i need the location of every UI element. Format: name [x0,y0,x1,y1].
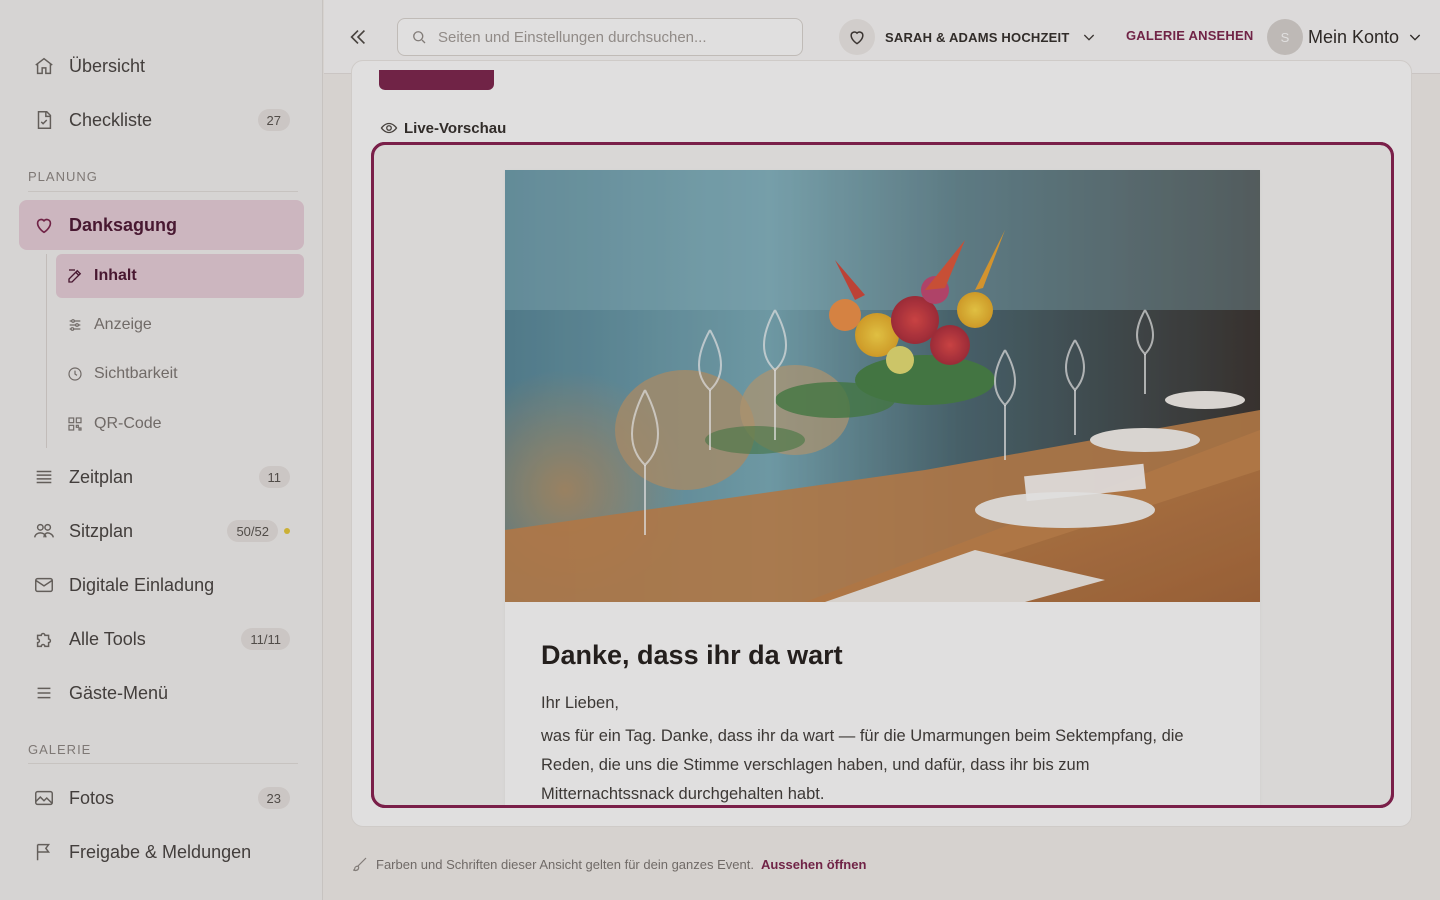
double-chevron-left-icon [350,29,366,45]
sidebar-subitem-qr-code[interactable]: QR-Code [56,402,304,446]
collapse-sidebar-button[interactable] [344,22,372,52]
footer-hint-text: Farben und Schriften dieser Ansicht gelt… [376,856,754,872]
event-name: SARAH & ADAMS HOCHZEIT [885,29,1070,45]
sidebar-subitem-sichtbarkeit[interactable]: Sichtbarkeit [56,352,304,396]
sidebar-item-label: Danksagung [69,214,178,235]
flag-icon [33,841,55,863]
search-box[interactable] [397,18,803,56]
count-badge: 50/52 [227,520,278,542]
sidebar-item-zeitplan[interactable]: Zeitplan 11 [19,452,304,502]
event-switcher[interactable]: SARAH & ADAMS HOCHZEIT [839,18,1097,56]
sidebar-item-label: Gäste-Menü [69,682,169,703]
puzzle-icon [33,628,55,650]
heart-icon [839,19,875,55]
live-preview-frame: Danke, dass ihr da wart Ihr Lieben, was … [371,142,1394,808]
image-icon [33,787,55,809]
section-label-planung: PLANUNG [28,169,98,184]
thank-you-card: Danke, dass ihr da wart Ihr Lieben, was … [505,170,1260,805]
people-icon [33,520,55,542]
sidebar: Übersicht Checkliste 27 PLANUNG Danksagu… [0,0,323,900]
sidebar-subitem-label: Inhalt [94,267,137,284]
section-label-galerie: GALERIE [28,742,92,757]
sidebar-item-freigabe[interactable]: Freigabe & Meldungen [19,827,304,877]
card-greeting: Ihr Lieben, [541,694,619,712]
brush-icon [351,855,369,873]
sidebar-item-checkliste[interactable]: Checkliste 27 [19,95,304,145]
hero-image [505,170,1260,602]
sidebar-subitem-label: QR-Code [94,415,162,432]
sidebar-item-alle-tools[interactable]: Alle Tools 11/11 [19,614,304,664]
card-title: Danke, dass ihr da wart [541,640,843,670]
sidebar-item-digitale-einladung[interactable]: Digitale Einladung [19,560,304,610]
sidebar-item-fotos[interactable]: Fotos 23 [19,773,304,823]
sidebar-item-label: Freigabe & Meldungen [69,841,252,862]
account-label: Mein Konto [1308,26,1400,47]
sidebar-item-label: Zeitplan [69,466,134,487]
checklist-icon [33,109,55,131]
status-dot [284,528,290,534]
eye-icon [380,119,398,137]
sidebar-subitem-label: Anzeige [94,316,152,333]
count-badge: 11/11 [241,628,290,650]
search-icon [410,28,428,46]
divider [28,191,298,192]
sidebar-item-uebersicht[interactable]: Übersicht [19,41,304,91]
count-badge: 27 [257,109,290,131]
sidebar-item-label: Alle Tools [69,628,146,649]
sidebar-subitem-label: Sichtbarkeit [94,365,178,382]
subtree-line [46,254,47,448]
list-icon [33,466,55,488]
sidebar-subitem-inhalt[interactable]: Inhalt [56,254,304,298]
sliders-icon [66,316,84,334]
sidebar-item-danksagung[interactable]: Danksagung [19,200,304,250]
home-icon [33,55,55,77]
sidebar-item-label: Fotos [69,787,115,808]
clock-icon [66,365,84,383]
primary-button[interactable] [379,70,494,90]
sidebar-item-gaeste-menue[interactable]: Gäste-Menü [19,668,304,718]
open-appearance-link[interactable]: Aussehen öffnen [761,857,866,872]
sidebar-item-sitzplan[interactable]: Sitzplan 50/52 [19,506,304,556]
count-badge: 23 [257,787,290,809]
qr-icon [66,415,84,433]
edit-icon [66,267,84,285]
sidebar-item-label: Digitale Einladung [69,574,215,595]
sidebar-subitem-anzeige[interactable]: Anzeige [56,303,304,347]
avatar: S [1267,19,1303,55]
view-gallery-link[interactable]: GALERIE ANSEHEN [1126,28,1253,43]
heart-icon [33,214,55,236]
sidebar-item-label: Sitzplan [69,520,134,541]
divider [28,763,298,764]
mail-icon [33,574,55,596]
footer-hint: Farben und Schriften dieser Ansicht gelt… [351,855,866,873]
chevron-down-icon [1081,29,1097,45]
card-body: was für ein Tag. Danke, dass ihr da wart… [541,727,1184,803]
search-input[interactable] [438,28,788,46]
sidebar-item-label: Checkliste [69,109,153,130]
preview-label: Live-Vorschau [380,119,506,137]
count-badge: 11 [258,466,290,488]
preview-label-text: Live-Vorschau [404,119,507,137]
menu-icon [33,682,55,704]
chevron-down-icon [1407,29,1423,45]
sidebar-item-label: Übersicht [69,55,146,76]
account-menu[interactable]: S Mein Konto [1267,18,1423,56]
